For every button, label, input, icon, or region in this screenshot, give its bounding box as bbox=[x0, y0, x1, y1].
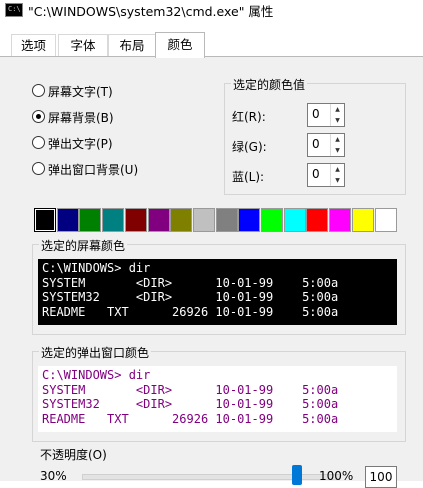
palette-swatch[interactable] bbox=[306, 208, 329, 232]
palette-swatch[interactable] bbox=[374, 208, 397, 232]
spin-buttons: ▲ ▼ bbox=[330, 164, 344, 186]
preview-line: C:\WINDOWS> dir bbox=[42, 368, 151, 382]
opacity-slider-thumb[interactable] bbox=[292, 465, 302, 485]
palette-swatch[interactable] bbox=[329, 208, 352, 232]
blue-label: 蓝(L): bbox=[232, 170, 265, 184]
popup-colors-preview: C:\WINDOWS> dir SYSTEM <DIR> 10-01-99 5:0… bbox=[38, 366, 397, 432]
palette-swatch[interactable] bbox=[192, 208, 215, 232]
spin-up-icon[interactable]: ▲ bbox=[331, 164, 344, 175]
opacity-label: 不透明度(O) bbox=[40, 448, 107, 462]
window-title: "C:\WINDOWS\system32\cmd.exe" 属性 bbox=[28, 4, 274, 19]
palette-swatch[interactable] bbox=[215, 208, 238, 232]
screen-colors-preview: C:\WINDOWS> dir SYSTEM <DIR> 10-01-99 5:0… bbox=[38, 259, 397, 325]
preview-line: README TXT 26926 10-01-99 5:00a bbox=[42, 411, 339, 426]
preview-line: SYSTEM32 <DIR> 10-01-99 5:00a bbox=[42, 290, 339, 304]
preview-line: SYSTEM <DIR> 10-01-99 5:00a bbox=[42, 382, 339, 397]
opacity-max-label: 100% bbox=[319, 469, 354, 483]
palette-swatch[interactable] bbox=[102, 208, 125, 232]
spin-up-icon[interactable]: ▲ bbox=[331, 134, 344, 145]
preview-line: README TXT 26926 10-01-99 5:00a bbox=[42, 304, 339, 319]
green-spinbox[interactable]: 0 ▲ ▼ bbox=[307, 133, 345, 157]
preview-line: C:\WINDOWS> dir bbox=[42, 261, 151, 275]
palette-swatch[interactable] bbox=[79, 208, 102, 232]
radio-label: 弹出文字(P) bbox=[48, 137, 113, 151]
preview-line: SYSTEM32 <DIR> 10-01-99 5:00a bbox=[42, 397, 339, 411]
green-value[interactable]: 0 bbox=[312, 137, 320, 151]
tab-layout[interactable]: 布局 bbox=[108, 34, 156, 57]
tab-font[interactable]: 字体 bbox=[58, 34, 108, 57]
radio-label: 弹出窗口背景(U) bbox=[48, 163, 139, 177]
radio-button[interactable] bbox=[32, 162, 45, 175]
tab-options[interactable]: 选项 bbox=[11, 34, 56, 57]
palette-swatch[interactable] bbox=[34, 208, 56, 232]
palette-swatch[interactable] bbox=[238, 208, 261, 232]
red-label: 红(R): bbox=[232, 110, 266, 124]
palette-swatch[interactable] bbox=[124, 208, 147, 232]
preview-line: SYSTEM <DIR> 10-01-99 5:00a bbox=[42, 275, 339, 290]
cmd-app-icon-text: C:\ bbox=[8, 5, 21, 13]
opacity-value-field[interactable]: 100 bbox=[365, 466, 397, 488]
cmd-app-icon: C:\ bbox=[5, 3, 23, 17]
tab-colors[interactable]: 颜色 bbox=[155, 32, 205, 58]
tab-strip: 选项 字体 布局 颜色 bbox=[0, 32, 423, 58]
opacity-min-label: 30% bbox=[40, 469, 67, 483]
group-title: 选定的屏幕颜色 bbox=[39, 237, 128, 254]
palette-swatch[interactable] bbox=[351, 208, 374, 232]
spin-down-icon[interactable]: ▼ bbox=[331, 145, 344, 156]
group-title: 选定的弹出窗口颜色 bbox=[39, 344, 152, 361]
spin-down-icon[interactable]: ▼ bbox=[331, 115, 344, 126]
palette-swatch[interactable] bbox=[56, 208, 79, 232]
spin-up-icon[interactable]: ▲ bbox=[331, 104, 344, 115]
blue-value[interactable]: 0 bbox=[312, 167, 320, 181]
spin-down-icon[interactable]: ▼ bbox=[331, 175, 344, 186]
palette-swatch[interactable] bbox=[261, 208, 283, 232]
palette-swatch[interactable] bbox=[170, 208, 193, 232]
blue-spinbox[interactable]: 0 ▲ ▼ bbox=[307, 163, 345, 187]
spin-buttons: ▲ ▼ bbox=[330, 134, 344, 156]
red-value[interactable]: 0 bbox=[312, 107, 320, 121]
radio-label: 屏幕文字(T) bbox=[48, 85, 113, 99]
group-title: 选定的颜色值 bbox=[231, 76, 308, 93]
green-label: 绿(G): bbox=[232, 140, 267, 154]
red-spinbox[interactable]: 0 ▲ ▼ bbox=[307, 103, 345, 127]
radio-button[interactable] bbox=[32, 84, 45, 97]
radio-button[interactable] bbox=[32, 136, 45, 149]
radio-button-checked[interactable] bbox=[32, 110, 45, 123]
palette-swatch[interactable] bbox=[283, 208, 306, 232]
palette-swatch[interactable] bbox=[147, 208, 170, 232]
radio-label: 屏幕背景(B) bbox=[48, 111, 114, 125]
spin-buttons: ▲ ▼ bbox=[330, 104, 344, 126]
title-bar: C:\ "C:\WINDOWS\system32\cmd.exe" 属性 bbox=[0, 0, 423, 28]
